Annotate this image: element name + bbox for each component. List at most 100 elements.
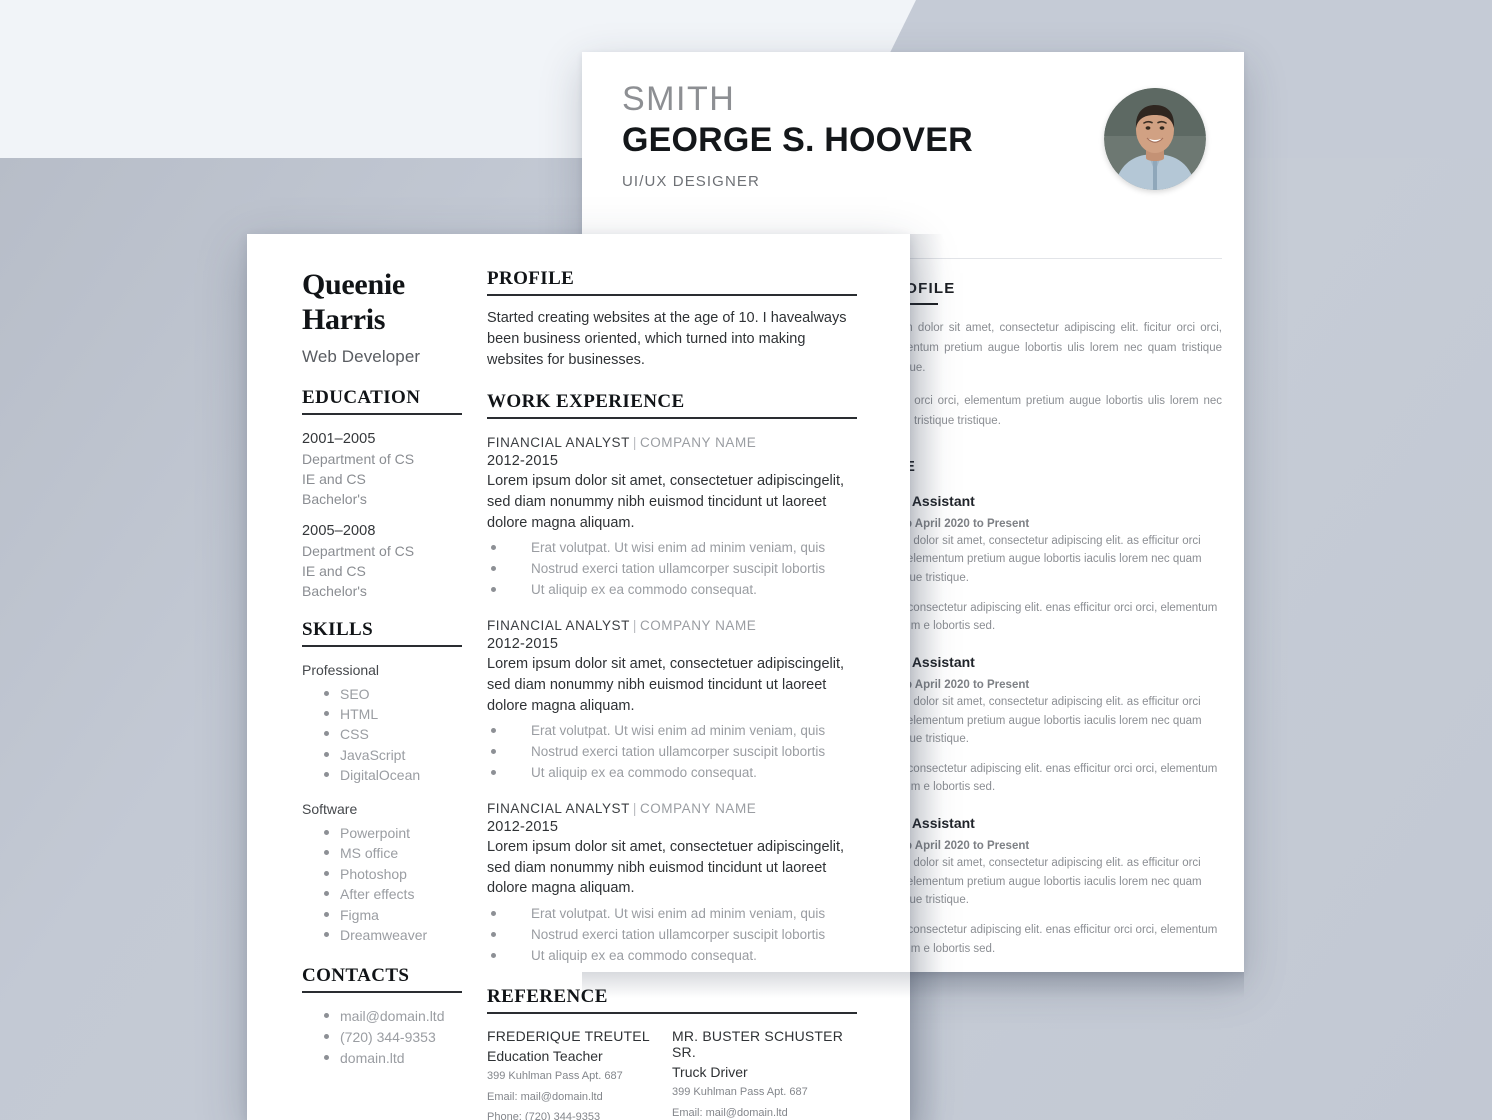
education-heading-rule: [302, 412, 462, 415]
education-detail: Department of CS: [302, 450, 415, 467]
work-experience-section: WORK EXPERIENCE FINANCIAL ANALYST | COMPAN…: [487, 391, 857, 966]
job-title-row: FINANCIAL ANALYST | COMPANY NAME: [487, 801, 857, 816]
list-item: Nostrud exerci tation ullamcorper suscip…: [487, 741, 857, 762]
list-item: Powerpoint: [324, 823, 462, 843]
skills-group-label: Software: [302, 800, 358, 817]
skills-section: SKILLS Professional SEO HTML CSS JavaScr…: [302, 619, 462, 946]
reference-job: Truck Driver: [672, 1064, 748, 1081]
back-job-entry: tory Assistant ll Lab April 2020 to Pres…: [882, 815, 1222, 958]
job-company: COMPANY NAME: [639, 435, 757, 451]
education-years: 2001–2005: [302, 430, 376, 447]
back-job-title: tory Assistant: [882, 653, 975, 670]
back-job-body: psum dolor sit amet, consectetur adipisc…: [882, 693, 1222, 797]
profile-heading: PROFILE: [487, 268, 575, 289]
job-bullet-list: Erat volutpat. Ut wisi enim ad minim ven…: [487, 720, 857, 783]
profile-text: Started creating websites at the age of …: [487, 310, 847, 369]
contacts-heading: CONTACTS: [302, 965, 410, 987]
list-item: Ut aliquip ex ea commodo consequat.: [487, 762, 857, 783]
contact-phone[interactable]: (720) 344-9353: [324, 1027, 462, 1048]
back-job-paragraph: met, consectetur adipiscing elit. enas e…: [882, 762, 1218, 794]
back-profile-paragraph: ipsum dolor sit amet, consectetur adipis…: [882, 322, 1222, 374]
list-item: SEO: [324, 684, 462, 704]
work-experience-entry: FINANCIAL ANALYST | COMPANY NAME 2012-2015…: [487, 618, 857, 783]
reference-email: Email: mail@domain.ltd: [672, 1106, 788, 1119]
job-years: 2012-2015: [487, 453, 559, 470]
front-left-column: Queenie Harris Web Developer EDUCATION 2…: [302, 268, 462, 1069]
skills-group-label: Professional: [302, 661, 380, 678]
back-job-body: psum dolor sit amet, consectetur adipisc…: [882, 854, 1222, 958]
resume-card-front[interactable]: Queenie Harris Web Developer EDUCATION 2…: [247, 234, 910, 1120]
back-job-paragraph: psum dolor sit amet, consectetur adipisc…: [882, 695, 1202, 746]
reference-name: FREDERIQUE TREUTEL: [487, 1028, 650, 1045]
job-bullet-list: Erat volutpat. Ut wisi enim ad minim ven…: [487, 903, 857, 966]
skills-list: SEO HTML CSS JavaScript DigitalOcean: [302, 684, 462, 786]
list-item: Nostrud exerci tation ullamcorper suscip…: [487, 558, 857, 579]
list-item: Figma: [324, 905, 462, 925]
reference-phone: Phone: (720) 344-9353: [487, 1111, 601, 1120]
back-job-meta: ll Lab April 2020 to Present: [882, 517, 1030, 530]
reference-entry: MR. BUSTER SCHUSTER SR. Truck Driver 399…: [672, 1028, 857, 1120]
list-item: HTML: [324, 704, 462, 724]
education-heading: EDUCATION: [302, 386, 421, 408]
contact-website[interactable]: domain.ltd: [324, 1048, 462, 1069]
job-separator: |: [632, 435, 637, 451]
profile-section: PROFILE Started creating websites at the…: [487, 268, 857, 371]
job-title-row: FINANCIAL ANALYST | COMPANY NAME: [487, 618, 857, 633]
back-job-body: psum dolor sit amet, consectetur adipisc…: [882, 532, 1222, 636]
back-experience-heading: NCE: [882, 458, 1222, 475]
education-detail: Bachelor's: [302, 490, 367, 507]
back-job-paragraph: psum dolor sit amet, consectetur adipisc…: [882, 534, 1202, 585]
list-item: After effects: [324, 884, 462, 904]
job-bullet-list: Erat volutpat. Ut wisi enim ad minim ven…: [487, 537, 857, 600]
reference-heading: REFERENCE: [487, 986, 608, 1008]
list-item: Erat volutpat. Ut wisi enim ad minim ven…: [487, 903, 857, 924]
education-detail: Department of CS: [302, 542, 415, 559]
back-job-paragraph: psum dolor sit amet, consectetur adipisc…: [882, 857, 1202, 907]
list-item: JavaScript: [324, 745, 462, 765]
job-separator: |: [632, 801, 637, 817]
front-name-line-1: Queenie: [302, 268, 405, 301]
reference-section: REFERENCE FREDERIQUE TREUTEL Education T…: [487, 986, 857, 1120]
contacts-list: mail@domain.ltd (720) 344-9353 domain.lt…: [302, 1006, 462, 1068]
list-item: DigitalOcean: [324, 765, 462, 785]
contacts-heading-rule: [302, 991, 462, 994]
work-experience-heading: WORK EXPERIENCE: [487, 391, 685, 413]
profile-photo: [1104, 88, 1206, 190]
front-job-role: Web Developer: [302, 346, 421, 366]
back-job-entry: tory Assistant ll Lab April 2020 to Pres…: [882, 493, 1222, 636]
job-title: FINANCIAL ANALYST: [487, 435, 630, 451]
list-item: Erat volutpat. Ut wisi enim ad minim ven…: [487, 537, 857, 558]
list-item: Ut aliquip ex ea commodo consequat.: [487, 579, 857, 600]
contact-email[interactable]: mail@domain.ltd: [324, 1006, 462, 1027]
work-experience-entry: FINANCIAL ANALYST | COMPANY NAME 2012-2015…: [487, 435, 857, 600]
education-entry: 2001–2005 Department of CS IE and CS Bac…: [302, 431, 462, 507]
job-description: Lorem ipsum dolor sit amet, consectetuer…: [487, 839, 845, 897]
education-detail: IE and CS: [302, 470, 366, 487]
back-job-title: tory Assistant: [882, 815, 975, 832]
back-profile-column: PROFILE ipsum dolor sit amet, consectetu…: [882, 280, 1222, 958]
education-entry: 2005–2008 Department of CS IE and CS Bac…: [302, 523, 462, 599]
list-item: Dreamweaver: [324, 925, 462, 945]
job-company: COMPANY NAME: [639, 801, 757, 817]
back-profile-heading: PROFILE: [882, 280, 956, 297]
work-experience-heading-rule: [487, 417, 857, 420]
reference-name: MR. BUSTER SCHUSTER SR.: [672, 1028, 844, 1061]
reference-job: Education Teacher: [487, 1048, 603, 1065]
work-experience-entry: FINANCIAL ANALYST | COMPANY NAME 2012-2015…: [487, 801, 857, 966]
reference-address: 399 Kuhlman Pass Apt. 687: [672, 1086, 808, 1099]
reference-heading-rule: [487, 1012, 857, 1015]
job-title: FINANCIAL ANALYST: [487, 618, 630, 634]
list-item: CSS: [324, 724, 462, 744]
education-section: EDUCATION 2001–2005 Department of CS IE …: [302, 387, 462, 599]
front-right-column: PROFILE Started creating websites at the…: [487, 268, 857, 1120]
reference-entry: FREDERIQUE TREUTEL Education Teacher 399…: [487, 1028, 672, 1120]
job-separator: |: [632, 618, 637, 634]
job-description: Lorem ipsum dolor sit amet, consectetuer…: [487, 656, 845, 714]
list-item: Photoshop: [324, 864, 462, 884]
front-name-line-2: Harris: [302, 302, 386, 336]
list-item: Erat volutpat. Ut wisi enim ad minim ven…: [487, 720, 857, 741]
back-job-paragraph: met, consectetur adipiscing elit. enas e…: [882, 601, 1218, 633]
job-company: COMPANY NAME: [639, 618, 757, 634]
reference-address: 399 Kuhlman Pass Apt. 687: [487, 1070, 623, 1083]
back-job-entry: tory Assistant ll Lab April 2020 to Pres…: [882, 654, 1222, 797]
